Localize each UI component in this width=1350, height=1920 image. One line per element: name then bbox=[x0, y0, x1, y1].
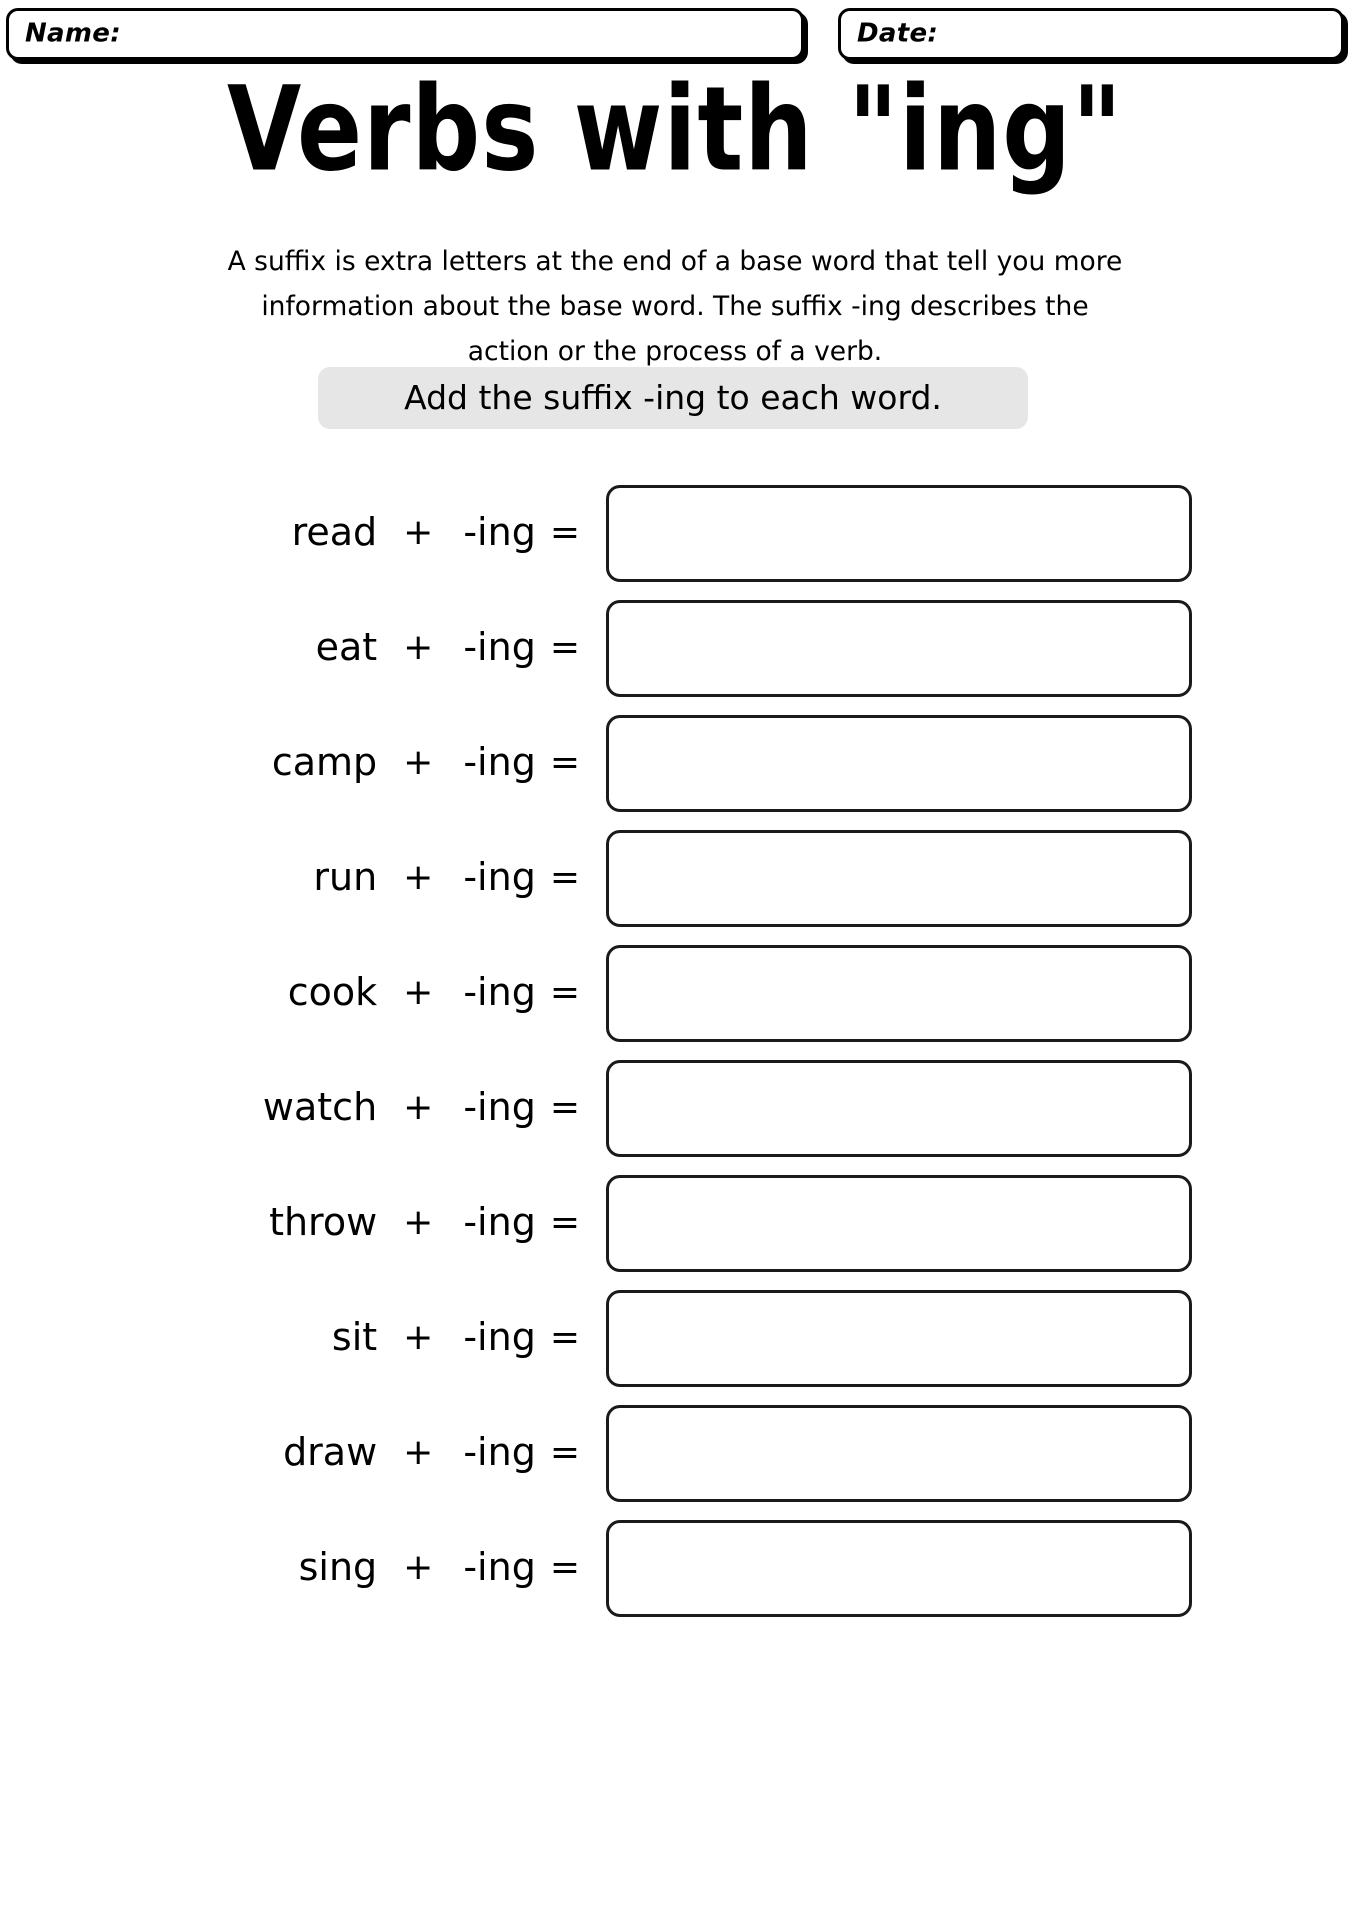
answer-box[interactable] bbox=[606, 945, 1192, 1042]
equation: throw + -ing = bbox=[140, 1192, 580, 1252]
equals-sign: = bbox=[549, 1086, 580, 1128]
equation: cook + -ing = bbox=[140, 962, 580, 1022]
equation: watch + -ing = bbox=[140, 1077, 580, 1137]
plus-sign: + bbox=[403, 1086, 434, 1128]
equals-sign: = bbox=[549, 626, 580, 668]
equals-sign: = bbox=[549, 1546, 580, 1588]
equals-sign: = bbox=[549, 511, 580, 553]
equals-sign: = bbox=[549, 1431, 580, 1473]
equation: draw + -ing = bbox=[140, 1422, 580, 1482]
suffix-text: -ing bbox=[463, 1545, 536, 1589]
suffix-text: -ing bbox=[463, 1430, 536, 1474]
answer-box[interactable] bbox=[606, 1175, 1192, 1272]
equation: sit + -ing = bbox=[140, 1307, 580, 1367]
exercise-row: eat + -ing = bbox=[0, 595, 1350, 710]
equals-sign: = bbox=[549, 971, 580, 1013]
exercise-row: run + -ing = bbox=[0, 825, 1350, 940]
suffix-text: -ing bbox=[463, 510, 536, 554]
equation: read + -ing = bbox=[140, 502, 580, 562]
exercise-row: camp + -ing = bbox=[0, 710, 1350, 825]
suffix-text: -ing bbox=[463, 625, 536, 669]
exercise-row: sit + -ing = bbox=[0, 1285, 1350, 1400]
plus-sign: + bbox=[403, 1316, 434, 1358]
suffix-text: -ing bbox=[463, 970, 536, 1014]
base-word: camp bbox=[271, 740, 378, 784]
suffix-text: -ing bbox=[463, 740, 536, 784]
page-title: Verbs with "ing" bbox=[226, 60, 1124, 198]
plus-sign: + bbox=[403, 1431, 434, 1473]
base-word: eat bbox=[315, 625, 378, 669]
intro-paragraph: A suffix is extra letters at the end of … bbox=[227, 245, 1123, 367]
answer-box[interactable] bbox=[606, 1060, 1192, 1157]
name-field-box[interactable]: Name: bbox=[6, 8, 804, 60]
answer-box[interactable] bbox=[606, 1405, 1192, 1502]
directive-text: Add the suffix -ing to each word. bbox=[404, 378, 942, 417]
base-word: sit bbox=[331, 1315, 378, 1359]
exercise-row: cook + -ing = bbox=[0, 940, 1350, 1055]
answer-box[interactable] bbox=[606, 485, 1192, 582]
plus-sign: + bbox=[403, 1201, 434, 1243]
equation: camp + -ing = bbox=[140, 732, 580, 792]
answer-box[interactable] bbox=[606, 715, 1192, 812]
answer-box[interactable] bbox=[606, 830, 1192, 927]
equation: run + -ing = bbox=[140, 847, 580, 907]
equals-sign: = bbox=[549, 856, 580, 898]
answer-box[interactable] bbox=[606, 1290, 1192, 1387]
equals-sign: = bbox=[549, 1316, 580, 1358]
exercise-row: throw + -ing = bbox=[0, 1170, 1350, 1285]
plus-sign: + bbox=[403, 741, 434, 783]
plus-sign: + bbox=[403, 856, 434, 898]
student-info-header: Name: Date: bbox=[6, 8, 1344, 66]
name-label: Name: bbox=[25, 18, 121, 49]
base-word: cook bbox=[287, 970, 378, 1014]
equals-sign: = bbox=[549, 741, 580, 783]
plus-sign: + bbox=[403, 971, 434, 1013]
base-word: run bbox=[313, 855, 378, 899]
exercise-row: watch + -ing = bbox=[0, 1055, 1350, 1170]
date-label: Date: bbox=[857, 18, 939, 49]
exercise-row: sing + -ing = bbox=[0, 1515, 1350, 1630]
answer-box[interactable] bbox=[606, 600, 1192, 697]
exercise-row: draw + -ing = bbox=[0, 1400, 1350, 1515]
exercise-row: read + -ing = bbox=[0, 480, 1350, 595]
suffix-text: -ing bbox=[463, 855, 536, 899]
base-word: watch bbox=[262, 1085, 378, 1129]
base-word: draw bbox=[283, 1430, 378, 1474]
base-word: throw bbox=[269, 1200, 378, 1244]
equation: eat + -ing = bbox=[140, 617, 580, 677]
base-word: read bbox=[291, 510, 378, 554]
suffix-text: -ing bbox=[463, 1085, 536, 1129]
directive-banner: Add the suffix -ing to each word. bbox=[318, 367, 1028, 429]
worksheet-page: Name: Date: Verbs with "ing" A suffix is… bbox=[0, 0, 1350, 1920]
base-word: sing bbox=[298, 1545, 378, 1589]
exercise-list: read + -ing = eat + -ing = camp + -ing = run + -ing = co… bbox=[0, 480, 1350, 1630]
suffix-text: -ing bbox=[463, 1315, 536, 1359]
plus-sign: + bbox=[403, 626, 434, 668]
suffix-text: -ing bbox=[463, 1200, 536, 1244]
date-field-box[interactable]: Date: bbox=[838, 8, 1344, 60]
answer-box[interactable] bbox=[606, 1520, 1192, 1617]
equation: sing + -ing = bbox=[140, 1537, 580, 1597]
plus-sign: + bbox=[403, 511, 434, 553]
plus-sign: + bbox=[403, 1546, 434, 1588]
equals-sign: = bbox=[549, 1201, 580, 1243]
